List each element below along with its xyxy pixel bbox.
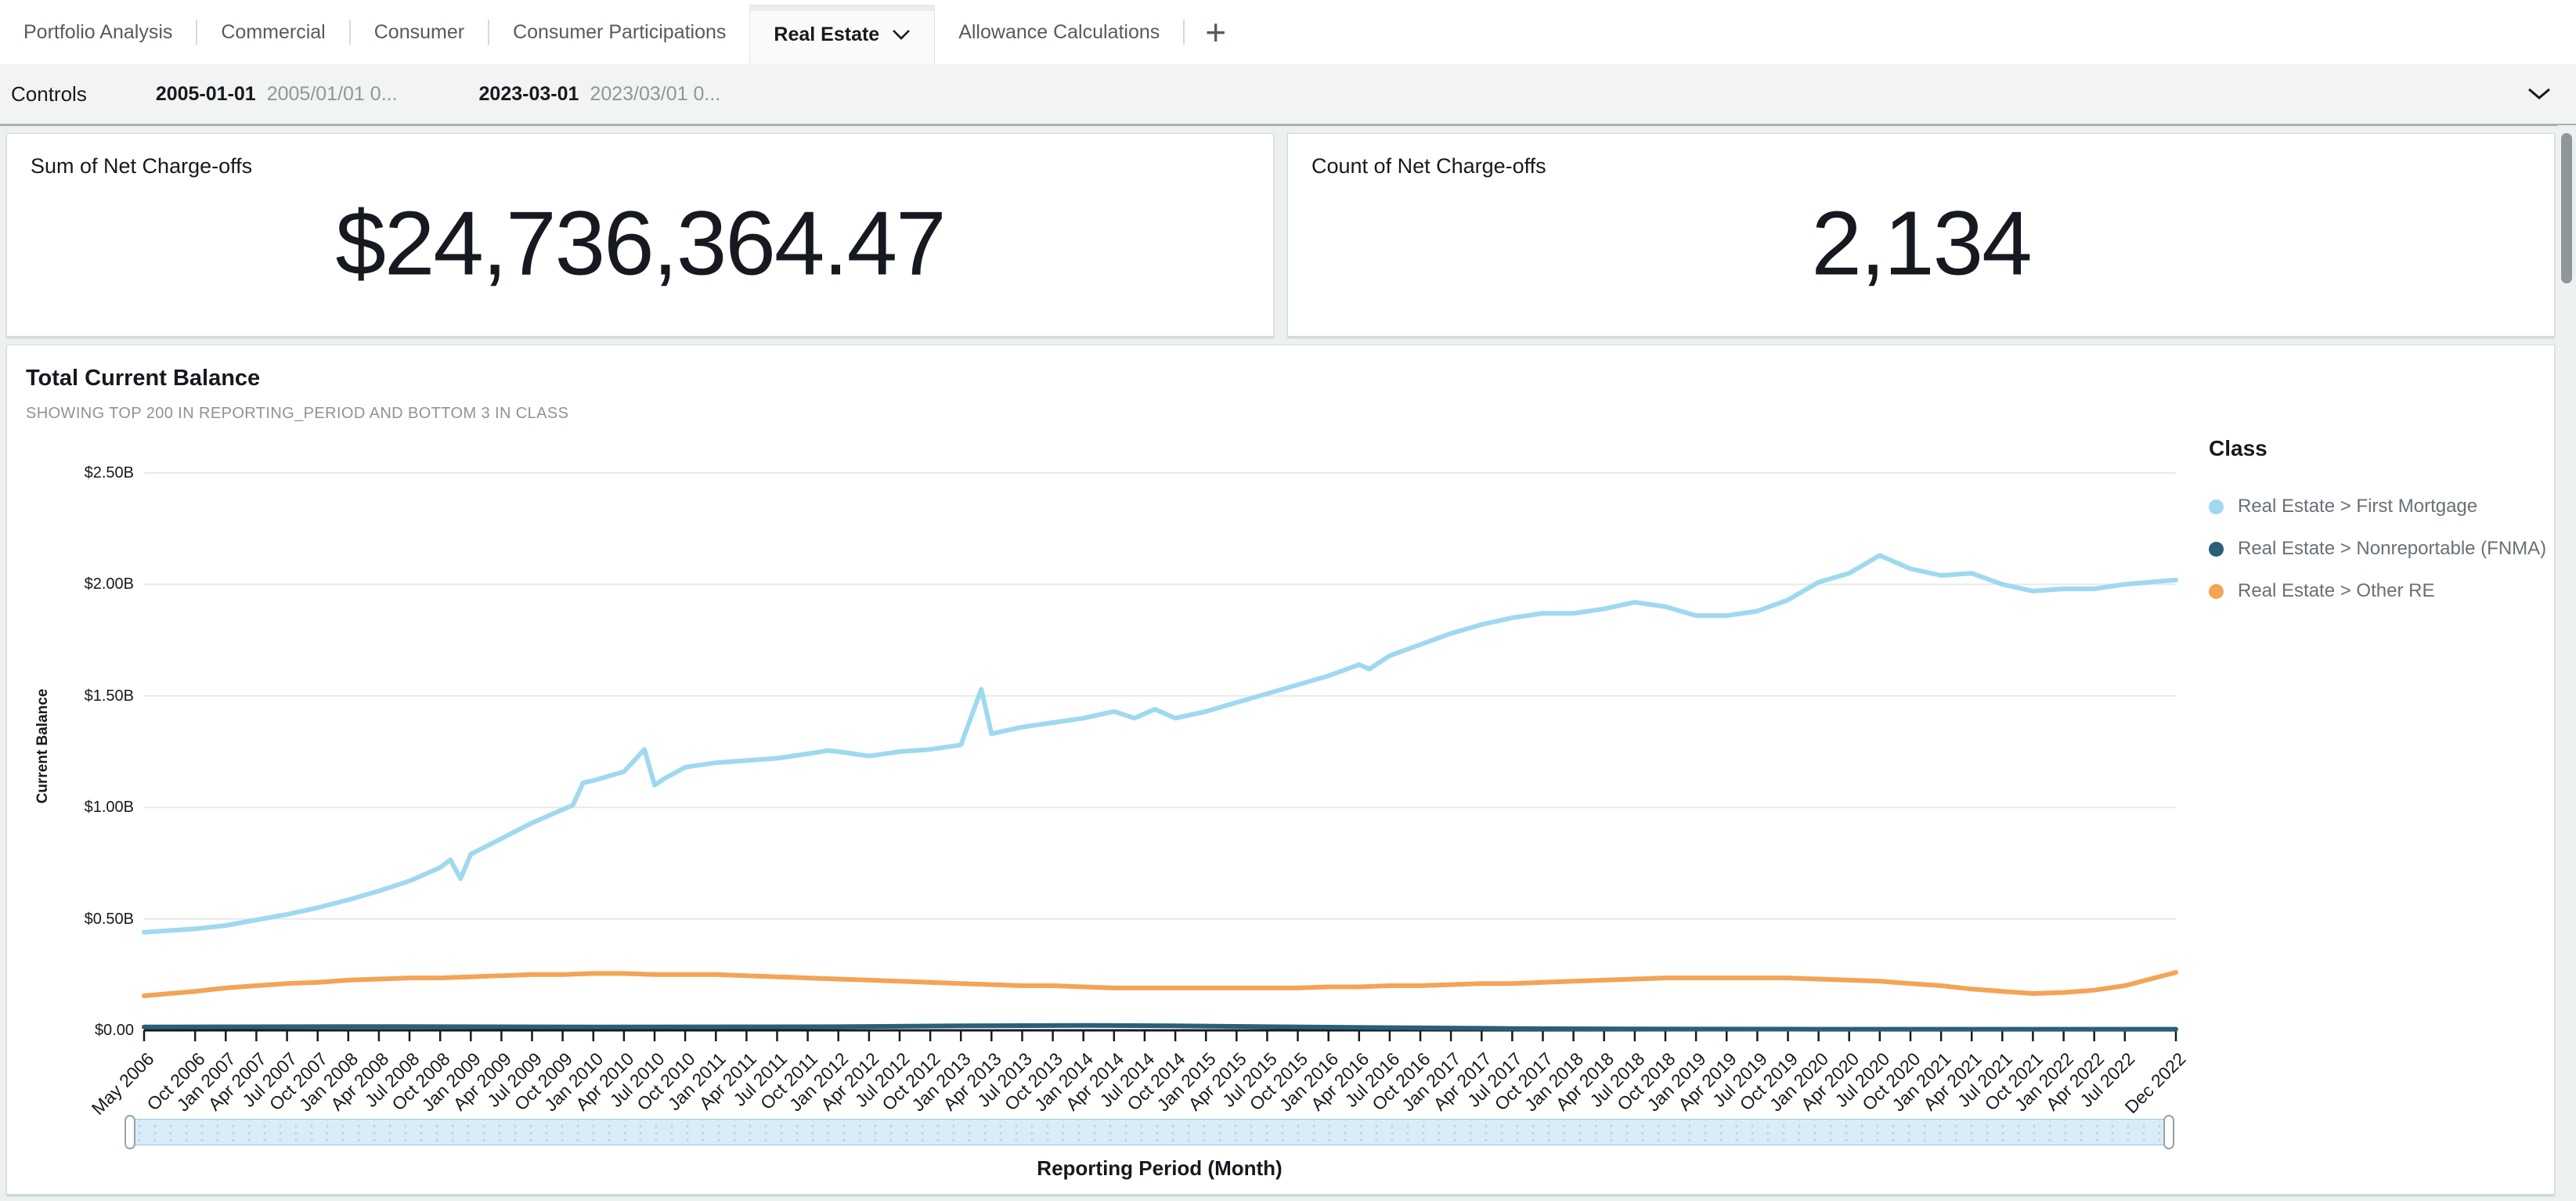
kpi-title: Count of Net Charge-offs [1311, 154, 1546, 179]
scrollbar-thumb[interactable] [2561, 133, 2572, 283]
x-axis-tick-labels: May 2006Oct 2006Jan 2007Apr 2007Jul 2007… [88, 1048, 2190, 1119]
tab-label: Portfolio Analysis [23, 21, 172, 44]
kpi-card-count-net-charge-offs: Count of Net Charge-offs 2,134 [1287, 133, 2555, 337]
legend-item[interactable]: Real Estate > Other RE [2209, 580, 2553, 602]
balance-line-chart[interactable]: May 2006Oct 2006Jan 2007Apr 2007Jul 2007… [144, 463, 2176, 1160]
legend-swatch-icon [2209, 584, 2224, 599]
legend-swatch-icon [2209, 500, 2224, 514]
tab-commercial[interactable]: Commercial [197, 0, 348, 64]
y-axis-label: $1.00B [15, 796, 134, 818]
series-line-3[interactable] [144, 972, 2176, 996]
legend-title: Class [2209, 436, 2553, 461]
sheet-chevron-down-icon[interactable] [892, 29, 911, 41]
y-axis-label: $0.00 [15, 1019, 134, 1041]
page-scrollbar[interactable] [2557, 125, 2576, 1201]
y-axis-label: $2.50B [15, 462, 134, 484]
filter-end-date-detail: 2023/03/01 0... [590, 83, 720, 106]
y-axis-label: $0.50B [15, 908, 134, 930]
filter-end-date[interactable]: 2023-03-01 2023/03/01 0... [479, 83, 721, 106]
series-line-1[interactable] [144, 555, 2176, 932]
add-sheet-button[interactable]: + [1185, 0, 1247, 64]
tab-label: Real Estate [774, 23, 879, 46]
tab-portfolio-analysis[interactable]: Portfolio Analysis [0, 0, 196, 64]
series-line-2[interactable] [144, 1026, 2176, 1030]
legend-label: Real Estate > First Mortgage [2238, 496, 2477, 518]
slider-handle-left[interactable] [124, 1115, 135, 1149]
kpi-value: $24,736,364.47 [7, 191, 1273, 296]
tab-label: Commercial [221, 21, 325, 44]
y-axis-label: $2.00B [15, 573, 134, 595]
filter-start-date[interactable]: 2005-01-01 2005/01/01 0... [156, 83, 398, 106]
tab-allowance-calculations[interactable]: Allowance Calculations [935, 0, 1183, 64]
tab-consumer[interactable]: Consumer [351, 0, 488, 64]
filter-start-date-detail: 2005/01/01 0... [267, 83, 398, 106]
y-axis-label: $1.50B [15, 685, 134, 707]
controls-bar: Controls 2005-01-01 2005/01/01 0... 2023… [0, 64, 2576, 126]
svg-text:May 2006: May 2006 [88, 1048, 158, 1119]
gridlines [144, 473, 2176, 919]
tab-consumer-participations[interactable]: Consumer Participations [489, 0, 749, 64]
kpi-row: Sum of Net Charge-offs $24,736,364.47 Co… [6, 133, 2555, 337]
filter-end-date-value[interactable]: 2023-03-01 [479, 83, 579, 106]
tab-label: Consumer Participations [513, 21, 726, 44]
kpi-card-sum-net-charge-offs: Sum of Net Charge-offs $24,736,364.47 [6, 133, 1274, 337]
reporting-period-range-slider[interactable] [126, 1119, 2173, 1145]
kpi-title: Sum of Net Charge-offs [31, 154, 252, 179]
tab-real-estate[interactable]: Real Estate [749, 5, 935, 64]
tab-label: Allowance Calculations [958, 21, 1160, 44]
legend-label: Real Estate > Nonreportable (FNMA) [2238, 538, 2546, 560]
chart-title: Total Current Balance [26, 366, 260, 391]
slider-handle-right[interactable] [2163, 1115, 2174, 1149]
chart-card-total-current-balance: Total Current Balance SHOWING TOP 200 IN… [6, 344, 2555, 1195]
filter-start-date-value[interactable]: 2005-01-01 [156, 83, 256, 106]
tab-label: Consumer [374, 21, 464, 44]
kpi-value: 2,134 [1288, 191, 2554, 296]
legend-item[interactable]: Real Estate > Nonreportable (FNMA) [2209, 538, 2553, 560]
chart-subtitle: SHOWING TOP 200 IN REPORTING_PERIOD AND … [26, 405, 568, 423]
x-axis-ticks [144, 1030, 2176, 1041]
tab-bar: Portfolio Analysis Commercial Consumer Cons… [0, 0, 2576, 64]
x-axis-title: Reporting Period (Month) [1037, 1156, 1282, 1181]
legend-item[interactable]: Real Estate > First Mortgage [2209, 496, 2553, 518]
controls-label: Controls [11, 82, 87, 106]
controls-collapse-chevron-icon[interactable] [2527, 87, 2551, 101]
chart-legend: Class Real Estate > First MortgageReal E… [2209, 436, 2553, 622]
legend-swatch-icon [2209, 542, 2224, 557]
legend-label: Real Estate > Other RE [2238, 580, 2434, 602]
legend-items: Real Estate > First Mortgage Real Estate … [2209, 496, 2553, 602]
